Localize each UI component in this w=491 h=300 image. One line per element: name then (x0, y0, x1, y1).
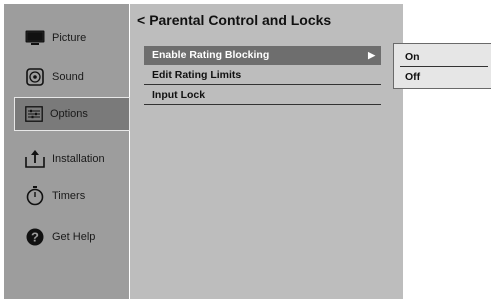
installation-icon (24, 148, 46, 170)
submenu-arrow-icon: ▶ (368, 50, 375, 60)
menu-item-enable-rating-blocking[interactable]: Enable Rating Blocking ▶ (144, 46, 381, 65)
page-title: < Parental Control and Locks (137, 12, 331, 28)
sidebar-item-get-help[interactable]: ? Get Help (4, 219, 129, 255)
svg-text:?: ? (31, 230, 39, 245)
sidebar-item-label: Installation (52, 153, 105, 165)
back-button[interactable]: < (137, 12, 145, 28)
menu-item-input-lock[interactable]: Input Lock (144, 86, 381, 105)
options-icon (23, 103, 45, 125)
sidebar-item-picture[interactable]: Picture (4, 20, 129, 56)
sidebar-item-label: Options (50, 108, 88, 120)
tv-settings-screen: Picture Sound Options Installation Timer… (0, 0, 491, 300)
help-icon: ? (24, 226, 46, 248)
speaker-icon (24, 66, 46, 88)
sidebar: Picture Sound Options Installation Timer… (4, 4, 130, 299)
option-off[interactable]: Off (400, 67, 488, 87)
option-popup: On Off (393, 43, 491, 89)
sidebar-item-timers[interactable]: Timers (4, 178, 129, 214)
menu-item-edit-rating-limits[interactable]: Edit Rating Limits (144, 66, 381, 85)
menu-item-label: Enable Rating Blocking (152, 49, 270, 61)
sidebar-item-sound[interactable]: Sound (4, 59, 129, 95)
stopwatch-icon (24, 185, 46, 207)
menu-item-label: Input Lock (152, 89, 206, 101)
sidebar-item-label: Picture (52, 32, 87, 44)
tv-icon (24, 27, 46, 49)
sidebar-item-label: Get Help (52, 231, 96, 243)
sidebar-item-options[interactable]: Options (14, 97, 130, 131)
menu-item-label: Edit Rating Limits (152, 69, 242, 81)
option-on[interactable]: On (400, 47, 488, 67)
sidebar-item-installation[interactable]: Installation (4, 141, 129, 177)
page-title-text: Parental Control and Locks (149, 12, 332, 28)
sidebar-item-label: Sound (52, 71, 84, 83)
sidebar-item-label: Timers (52, 190, 86, 202)
